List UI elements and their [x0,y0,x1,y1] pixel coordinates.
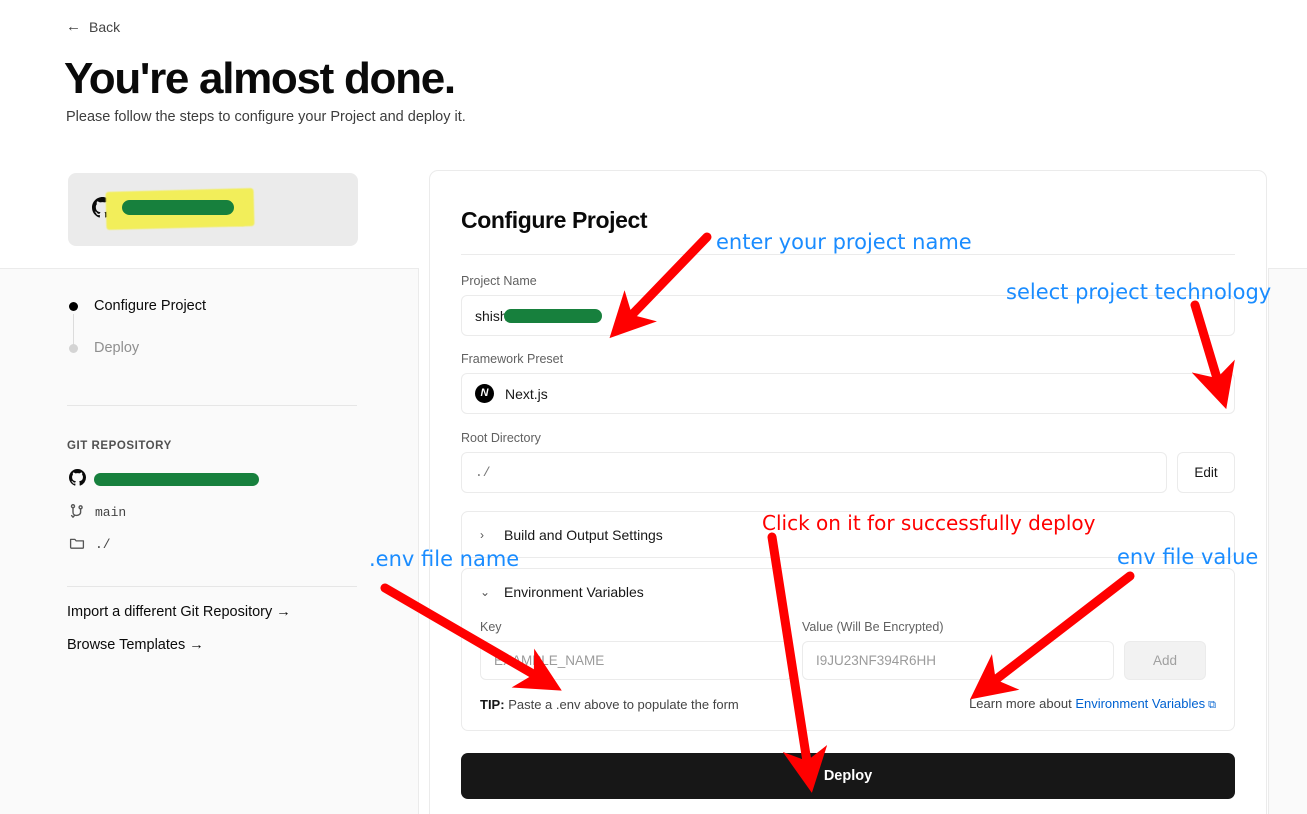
project-name-field: Project Name shish [461,274,1235,336]
sidebar-divider-bottom [67,586,357,587]
build-output-settings-accordion[interactable]: › Build and Output Settings [461,511,1235,558]
env-tip-text: Paste a .env above to populate the form [508,696,739,712]
framework-preset-value: Next.js [505,385,548,402]
env-tip: TIP: Paste a .env above to populate the … [480,697,739,712]
chevron-right-icon: › [480,527,484,542]
env-key-label: Key [480,620,502,634]
root-directory-value: ./ [475,465,491,480]
redaction-mark-repository-name [94,473,259,486]
env-value-input[interactable]: I9JU23NF394R6HH [802,641,1114,680]
env-key-placeholder: EXAMPLE_NAME [494,653,605,668]
environment-variables-title: Environment Variables [504,583,644,600]
external-link-icon: ⧉ [1208,699,1216,711]
card-divider [461,254,1235,255]
page-root: ← Back You're almost done. Please follow… [0,0,1307,814]
git-branch-icon [69,503,85,522]
folder-icon [69,535,85,554]
project-name-value: shish [475,307,508,324]
nextjs-icon: N [475,384,494,403]
chevron-down-icon: ▾ [1214,385,1221,401]
git-directory-path: ./ [95,537,111,552]
root-directory-input[interactable]: ./ [461,452,1167,493]
import-different-repo-link[interactable]: Import a different Git Repository → [67,604,291,620]
column-divider-right [1268,268,1269,814]
step-dot-icon [69,343,78,353]
arrow-left-icon: ← [66,18,81,35]
framework-preset-selected: N Next.js [475,384,548,403]
back-button-label: Back [89,19,121,35]
git-repository-row [69,469,96,489]
root-directory-label: Root Directory [461,431,541,445]
environment-variables-footer: TIP: Paste a .env above to populate the … [480,696,1216,712]
column-divider-left [418,268,419,814]
env-key-input[interactable]: EXAMPLE_NAME [480,641,792,680]
page-subtitle: Please follow the steps to configure you… [66,109,466,125]
redaction-mark-repository-chip [122,200,234,215]
step-label: Configure Project [94,298,207,314]
environment-variables-header[interactable]: ⌄ Environment Variables [480,569,1216,614]
back-button[interactable]: ← Back [66,17,120,37]
git-branch-row: main [69,503,126,522]
github-icon [69,469,86,489]
root-directory-row: ./ Edit [461,452,1235,493]
env-learn-more: Learn more about Environment Variables ⧉ [969,696,1216,712]
chevron-down-icon: ⌄ [480,584,491,599]
steps-list: Configure Project Deploy [68,294,206,378]
environment-variables-link[interactable]: Environment Variables [1075,696,1205,711]
git-repository-heading: GIT REPOSITORY [67,440,172,452]
git-branch-name: main [95,505,127,520]
configure-project-card: Configure Project Project Name shish Fra… [429,170,1267,814]
env-value-label: Value (Will Be Encrypted) [802,620,944,634]
root-directory-field: Root Directory ./ Edit [461,431,1235,493]
project-name-label: Project Name [461,274,537,288]
deploy-button[interactable]: Deploy [461,753,1235,799]
env-key-column: Key EXAMPLE_NAME [480,620,792,680]
git-directory-row: ./ [69,535,111,554]
step-configure-project[interactable]: Configure Project [68,294,206,318]
project-name-input[interactable]: shish [461,295,1235,336]
browse-templates-link[interactable]: Browse Templates → [67,637,204,653]
env-learn-prefix: Learn more about [969,696,1072,711]
sidebar-divider-top [67,405,357,406]
redaction-mark-project-name [504,309,602,323]
framework-preset-field: Framework Preset N Next.js ▾ [461,352,1235,414]
build-output-settings-title: Build and Output Settings [504,526,663,543]
step-dot-icon [69,301,78,311]
environment-variables-accordion: ⌄ Environment Variables Key EXAMPLE_NAME… [461,568,1235,731]
env-value-placeholder: I9JU23NF394R6HH [816,653,937,668]
framework-preset-select[interactable]: N Next.js ▾ [461,373,1235,414]
env-add-button[interactable]: Add [1124,641,1206,680]
env-tip-prefix: TIP: [480,696,505,712]
root-directory-edit-button[interactable]: Edit [1177,452,1235,493]
environment-variables-row: Key EXAMPLE_NAME Value (Will Be Encrypte… [480,620,1216,680]
env-value-column: Value (Will Be Encrypted) I9JU23NF394R6H… [802,620,1114,680]
page-title: You're almost done. [64,54,456,103]
step-label: Deploy [94,340,140,356]
framework-preset-label: Framework Preset [461,352,564,366]
card-title: Configure Project [461,207,648,233]
build-output-settings-header[interactable]: › Build and Output Settings [480,512,1216,557]
step-deploy[interactable]: Deploy [68,336,206,360]
